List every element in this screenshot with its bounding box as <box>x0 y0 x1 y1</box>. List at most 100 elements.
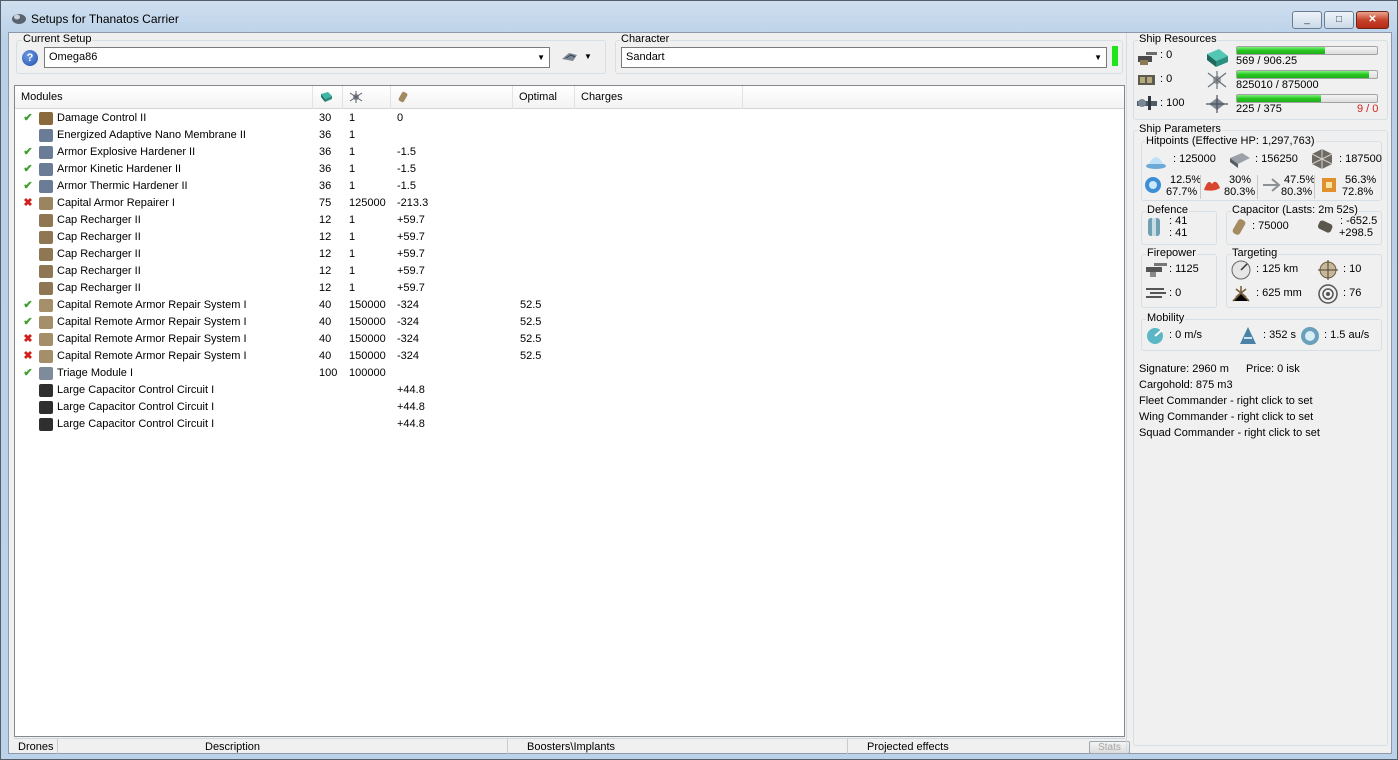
remote-repair-icon <box>39 350 53 363</box>
module-optimal: 52.5 <box>520 333 542 345</box>
character-selected-value: Sandart <box>626 51 665 63</box>
powergrid-text: 825010 / 875000 <box>1236 79 1319 91</box>
table-row[interactable]: ✖ Capital Remote Armor Repair System I 40 1… <box>15 348 1124 365</box>
column-header-capacitor[interactable] <box>391 86 513 109</box>
table-row[interactable]: ✔ Armor Thermic Hardener II 36 1 -1.5 <box>15 178 1124 195</box>
em-res-shield: 12.5% <box>1170 174 1202 186</box>
module-powergrid: 1 <box>349 265 356 277</box>
armor-hardener-icon <box>39 129 53 142</box>
firepower-label: Firepower <box>1146 247 1197 259</box>
defence-value-1: : 41 <box>1169 215 1188 227</box>
table-row[interactable]: ✖ Capital Armor Repairer I 75 125000 -213.3 <box>15 195 1124 212</box>
table-row[interactable]: ✔ Armor Explosive Hardener II 36 1 -1.5 <box>15 144 1124 161</box>
offline-x-icon[interactable]: ✖ <box>22 348 34 365</box>
divider <box>1200 175 1201 199</box>
stats-button[interactable]: Stats <box>1089 741 1130 754</box>
column-header-powergrid[interactable] <box>343 86 391 109</box>
active-check-icon[interactable]: ✔ <box>22 144 34 161</box>
powergrid-icon <box>349 91 363 103</box>
cap-recharger-icon <box>39 248 53 261</box>
table-row[interactable]: Cap Recharger II 12 1 +59.7 <box>15 229 1124 246</box>
squad-commander-slot[interactable]: Squad Commander - right click to set <box>1139 427 1320 439</box>
cap-recharger-icon <box>39 214 53 227</box>
module-capacitor: +59.7 <box>397 214 425 226</box>
module-capacitor: +59.7 <box>397 265 425 277</box>
table-row[interactable]: ✔ Triage Module I 100 100000 <box>15 365 1124 382</box>
help-icon[interactable]: ? <box>22 50 38 66</box>
module-cpu: 12 <box>319 231 332 243</box>
table-row[interactable]: Energized Adaptive Nano Membrane II 36 1 <box>15 127 1124 144</box>
capacitor-icon <box>1232 219 1246 235</box>
character-select[interactable]: Sandart ▼ <box>621 47 1107 68</box>
setup-select[interactable]: Omega86 ▼ <box>44 47 550 68</box>
offline-x-icon[interactable]: ✖ <box>22 331 34 348</box>
table-row[interactable]: Cap Recharger II 12 1 +59.7 <box>15 280 1124 297</box>
module-cpu: 36 <box>319 146 332 158</box>
module-name: Armor Explosive Hardener II <box>57 146 196 158</box>
modules-table[interactable]: Modules Optimal Charges ✔ Damage Control … <box>14 85 1125 737</box>
module-powergrid: 1 <box>349 282 356 294</box>
active-check-icon[interactable]: ✔ <box>22 314 34 331</box>
module-name: Armor Thermic Hardener II <box>57 180 188 192</box>
table-row[interactable]: ✔ Damage Control II 30 1 0 <box>15 110 1124 127</box>
module-cpu: 30 <box>319 112 332 124</box>
tab-drones[interactable]: Drones <box>14 739 58 755</box>
module-name: Cap Recharger II <box>57 214 141 226</box>
offline-x-icon[interactable]: ✖ <box>22 195 34 212</box>
target-range-icon <box>1231 260 1251 280</box>
kinetic-res-armor: 80.3% <box>1281 186 1313 198</box>
column-header-optimal[interactable]: Optimal <box>513 86 575 109</box>
tab-projected-effects[interactable]: Projected effects <box>848 739 1086 755</box>
table-row[interactable]: Cap Recharger II 12 1 +59.7 <box>15 246 1124 263</box>
ship-menu-button[interactable]: ▼ <box>561 49 595 67</box>
remote-repair-icon <box>39 316 53 329</box>
character-label: Character <box>620 33 671 45</box>
align-time-icon <box>1240 327 1256 344</box>
defence-icon <box>1148 218 1160 236</box>
wing-commander-slot[interactable]: Wing Commander - right click to set <box>1139 411 1313 423</box>
signature-text: Signature: 2960 m <box>1139 363 1229 375</box>
active-check-icon[interactable]: ✔ <box>22 110 34 127</box>
module-powergrid: 125000 <box>349 197 386 209</box>
table-row[interactable]: Large Capacitor Control Circuit I +44.8 <box>15 382 1124 399</box>
active-check-icon[interactable]: ✔ <box>22 178 34 195</box>
active-check-icon[interactable]: ✔ <box>22 161 34 178</box>
table-row[interactable]: ✔ Capital Remote Armor Repair System I 40 1… <box>15 314 1124 331</box>
damage-control-icon <box>39 112 53 125</box>
calibration-value: : 100 <box>1160 97 1185 109</box>
active-check-icon[interactable]: ✔ <box>22 297 34 314</box>
velocity-value: : 0 m/s <box>1169 329 1203 341</box>
cpu-bar-fill <box>1237 47 1325 54</box>
module-capacitor: +59.7 <box>397 248 425 260</box>
tab-description[interactable]: Description <box>58 739 508 755</box>
align-time-value: : 352 s <box>1263 329 1297 341</box>
minimize-button[interactable]: _ <box>1292 11 1322 29</box>
scan-resolution-icon <box>1232 286 1250 302</box>
table-row[interactable]: Cap Recharger II 12 1 +59.7 <box>15 212 1124 229</box>
scan-resolution-value: : 625 mm <box>1256 287 1302 299</box>
active-check-icon[interactable]: ✔ <box>22 365 34 382</box>
cpu-icon <box>321 92 332 102</box>
tab-boosters-implants[interactable]: Boosters\Implants <box>508 739 848 755</box>
module-capacitor: 0 <box>397 112 404 124</box>
maximize-button[interactable]: □ <box>1324 11 1354 29</box>
column-header-modules[interactable]: Modules <box>15 86 313 109</box>
module-powergrid: 150000 <box>349 299 386 311</box>
cap-recharge-icon <box>1317 220 1333 233</box>
table-row[interactable]: Cap Recharger II 12 1 +59.7 <box>15 263 1124 280</box>
module-name: Damage Control II <box>57 112 147 124</box>
close-button[interactable]: ✕ <box>1356 11 1389 29</box>
table-row[interactable]: ✔ Capital Remote Armor Repair System I 40 1… <box>15 297 1124 314</box>
fleet-commander-slot[interactable]: Fleet Commander - right click to set <box>1139 395 1313 407</box>
table-row[interactable]: ✔ Armor Kinetic Hardener II 36 1 -1.5 <box>15 161 1124 178</box>
module-powergrid: 150000 <box>349 316 386 328</box>
column-header-charges[interactable]: Charges <box>575 86 743 109</box>
splitter[interactable] <box>1126 33 1130 753</box>
module-name: Capital Remote Armor Repair System I <box>57 350 247 362</box>
title-bar[interactable]: Setups for Thanatos Carrier _ □ ✕ <box>1 1 1397 32</box>
column-header-cpu[interactable] <box>313 86 343 109</box>
module-cpu: 40 <box>319 316 332 328</box>
table-row[interactable]: Large Capacitor Control Circuit I +44.8 <box>15 399 1124 416</box>
table-row[interactable]: ✖ Capital Remote Armor Repair System I 40 1… <box>15 331 1124 348</box>
table-row[interactable]: Large Capacitor Control Circuit I +44.8 <box>15 416 1124 433</box>
